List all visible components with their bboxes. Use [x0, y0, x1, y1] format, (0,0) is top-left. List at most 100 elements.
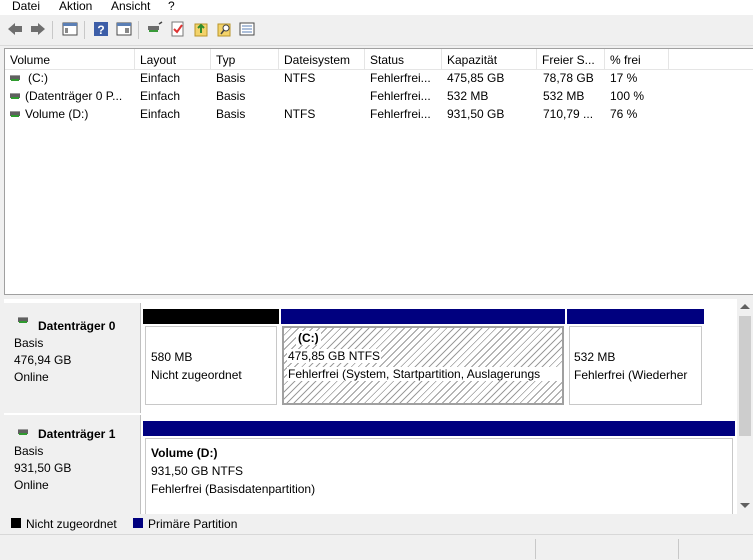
partition-body: 580 MB Nicht zugeordnet	[145, 326, 277, 405]
column-kapazitaet[interactable]: Kapazität	[442, 49, 537, 69]
partition-size: 475,85 GB NTFS	[287, 349, 382, 363]
help-icon[interactable]: ?	[93, 21, 109, 37]
table-row[interactable]: Volume (D:) Einfach Basis NTFS Fehlerfre…	[5, 105, 753, 123]
cell-frei: 78,78 GB	[543, 71, 594, 85]
cell-status: Fehlerfrei...	[370, 71, 431, 85]
column-layout[interactable]: Layout	[135, 49, 211, 69]
partition-size: 931,50 GB NTFS	[151, 464, 244, 478]
cell-dateisystem: NTFS	[284, 107, 316, 121]
legend-swatch-unallocated	[11, 518, 21, 528]
disk-1-state: Online	[14, 478, 49, 492]
toolbar-separator	[52, 21, 53, 39]
cell-volume: (C:)	[28, 71, 48, 85]
cell-kapazitaet: 532 MB	[447, 89, 489, 103]
list-icon[interactable]	[239, 21, 255, 37]
cell-layout: Einfach	[140, 107, 181, 121]
cell-kapazitaet: 475,85 GB	[447, 71, 505, 85]
vertical-scrollbar[interactable]	[737, 299, 753, 514]
table-row[interactable]: (C:) Einfach Basis NTFS Fehlerfrei... 47…	[5, 69, 753, 87]
cell-typ: Basis	[216, 89, 246, 103]
disk-0-name: Datenträger 0	[38, 319, 116, 333]
cell-prozent: 17 %	[610, 71, 638, 85]
volume-list[interactable]: Volume Layout Typ Dateisystem Status Kap…	[4, 48, 753, 295]
check-icon[interactable]	[170, 21, 186, 37]
status-bar	[0, 534, 753, 560]
disk-icon	[18, 317, 28, 323]
disk-0-size: 476,94 GB	[14, 353, 72, 367]
cell-volume: (Datenträger 0 P...	[25, 89, 123, 103]
column-prozent-frei[interactable]: % frei	[605, 49, 669, 69]
scroll-up-arrow-icon[interactable]	[740, 304, 750, 309]
disk-1-size: 931,50 GB	[14, 461, 72, 475]
cell-status: Fehlerfrei...	[370, 107, 431, 121]
menu-bar: Datei Aktion Ansicht ?	[0, 0, 753, 15]
partition-title: Volume (D:)	[151, 446, 218, 460]
partition-body-selected: (C:) 475,85 GB NTFS Fehlerfrei (System, …	[282, 326, 564, 405]
partition-body: 532 MB Fehlerfrei (Wiederher	[569, 326, 702, 405]
export-icon[interactable]	[193, 21, 209, 37]
disk-1-info[interactable]: Datenträger 1 Basis 931,50 GB Online	[4, 415, 141, 514]
cell-kapazitaet: 931,50 GB	[447, 107, 505, 121]
cell-prozent: 76 %	[610, 107, 638, 121]
column-status[interactable]: Status	[365, 49, 442, 69]
menu-ansicht[interactable]: Ansicht	[111, 0, 150, 13]
forward-icon[interactable]	[30, 21, 46, 37]
status-pane	[535, 539, 536, 559]
back-icon[interactable]	[7, 21, 23, 37]
partition-status: Nicht zugeordnet	[151, 368, 242, 382]
cell-volume: Volume (D:)	[25, 107, 89, 121]
cell-typ: Basis	[216, 107, 246, 121]
partition-size: 580 MB	[151, 350, 193, 364]
cell-frei: 532 MB	[543, 89, 585, 103]
cell-layout: Einfach	[140, 89, 181, 103]
scrollbar-thumb[interactable]	[739, 316, 751, 436]
svg-text:?: ?	[97, 23, 104, 37]
partition-bar	[143, 421, 735, 436]
partition-recovery[interactable]: 532 MB Fehlerfrei (Wiederher	[567, 309, 704, 407]
column-dateisystem[interactable]: Dateisystem	[279, 49, 365, 69]
toolbar-separator	[138, 21, 139, 39]
disk-1-name: Datenträger 1	[38, 427, 116, 441]
legend-swatch-primary	[133, 518, 143, 528]
column-typ[interactable]: Typ	[211, 49, 279, 69]
partition-bar	[567, 309, 704, 324]
cell-status: Fehlerfrei...	[370, 89, 431, 103]
partition-status: Fehlerfrei (System, Startpartition, Ausl…	[287, 367, 562, 381]
cell-layout: Einfach	[140, 71, 181, 85]
table-row[interactable]: (Datenträger 0 P... Einfach Basis Fehler…	[5, 87, 753, 105]
volume-list-header: Volume Layout Typ Dateisystem Status Kap…	[5, 49, 753, 70]
cell-prozent: 100 %	[610, 89, 645, 103]
disk-0-state: Online	[14, 370, 49, 384]
search-icon[interactable]	[216, 21, 232, 37]
toolbar: ?	[0, 15, 753, 46]
scroll-down-arrow-icon[interactable]	[740, 503, 750, 508]
toolbar-separator	[84, 21, 85, 39]
partition-status: Fehlerfrei (Basisdatenpartition)	[151, 482, 316, 496]
partition-unallocated[interactable]: 580 MB Nicht zugeordnet	[143, 309, 279, 407]
menu-aktion[interactable]: Aktion	[59, 0, 92, 13]
volume-icon	[10, 93, 20, 99]
console-tree-icon[interactable]	[62, 21, 78, 37]
cell-frei: 710,79 ...	[543, 107, 594, 121]
connect-icon[interactable]	[147, 21, 163, 37]
partition-d[interactable]: Volume (D:) 931,50 GB NTFS Fehlerfrei (B…	[143, 421, 735, 514]
legend-label-primary: Primäre Partition	[148, 517, 238, 531]
volume-icon	[10, 75, 20, 81]
properties-pane-icon[interactable]	[116, 21, 132, 37]
disk-graphical-view: Datenträger 0 Basis 476,94 GB Online 580…	[4, 299, 737, 514]
disk-0-info[interactable]: Datenträger 0 Basis 476,94 GB Online	[4, 303, 141, 413]
column-volume[interactable]: Volume	[5, 49, 135, 69]
partition-body: Volume (D:) 931,50 GB NTFS Fehlerfrei (B…	[145, 438, 733, 514]
partition-bar	[143, 309, 279, 324]
disk-0-type: Basis	[14, 336, 44, 350]
cell-typ: Basis	[216, 71, 246, 85]
disk-1-type: Basis	[14, 444, 44, 458]
menu-help[interactable]: ?	[168, 0, 175, 13]
partition-c[interactable]: (C:) 475,85 GB NTFS Fehlerfrei (System, …	[281, 309, 565, 407]
column-freier-speicher[interactable]: Freier S...	[537, 49, 605, 69]
volume-icon	[10, 111, 20, 117]
partition-size: 532 MB	[574, 350, 616, 364]
disk-icon	[18, 429, 28, 435]
partition-status: Fehlerfrei (Wiederher	[574, 368, 688, 382]
menu-datei[interactable]: Datei	[12, 0, 40, 13]
